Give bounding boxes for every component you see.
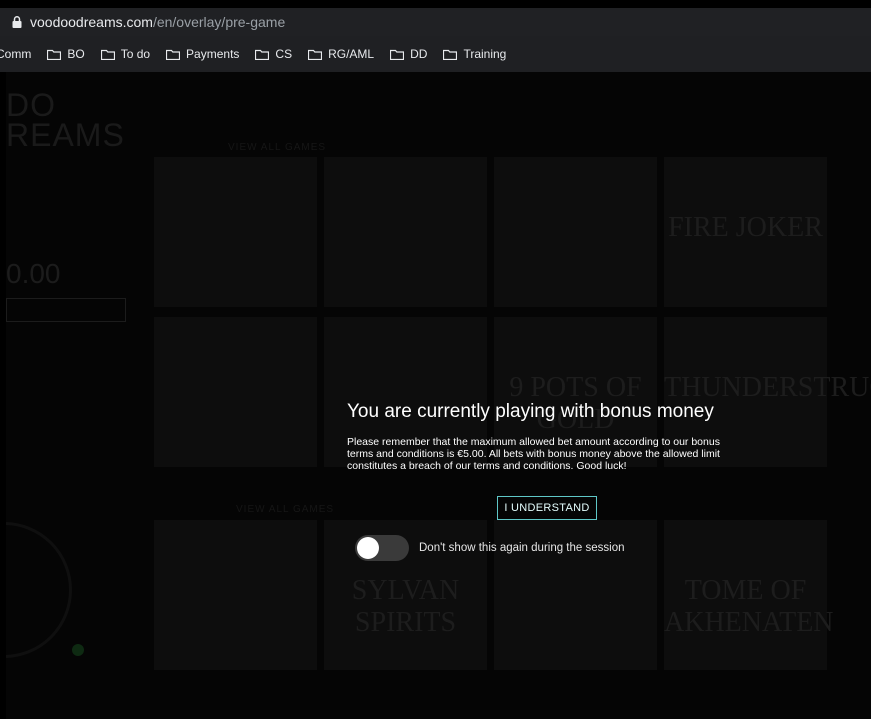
page-content: DO REAMS 0.00 VIEW ALL GAMES VIEW ALL GA… — [6, 72, 871, 719]
game-title: SYLVAN SPIRITS — [351, 575, 460, 638]
decorative-dot — [72, 644, 84, 656]
bookmark-label: CS — [275, 47, 293, 61]
url-text[interactable]: voodoodreams.com/en/overlay/pre-game — [30, 14, 285, 30]
bookmark-cs[interactable]: CS — [255, 47, 292, 61]
logo-line: REAMS — [6, 117, 125, 153]
folder-icon — [443, 49, 458, 60]
game-tile[interactable]: TOME OF AKHENATEN — [664, 520, 834, 670]
bookmark-todo[interactable]: To do — [100, 47, 151, 61]
bookmark-label: To do — [120, 47, 151, 61]
bookmark-comm[interactable]: Comm — [0, 47, 31, 61]
game-tile[interactable] — [494, 157, 657, 307]
dialog-body: Please remember that the maximum allowed… — [347, 436, 720, 472]
game-tile[interactable] — [154, 317, 317, 467]
url-path: /en/overlay/pre-game — [152, 14, 286, 30]
site-logo: DO REAMS — [6, 87, 125, 153]
bookmarks-bar: Comm BO To do Payments CS RG/AML DD Trai… — [0, 36, 871, 72]
bookmark-label: Comm — [0, 47, 32, 61]
decorative-ring — [6, 522, 72, 658]
view-all-games-link[interactable]: VIEW ALL GAMES — [228, 142, 326, 153]
bookmark-training[interactable]: Training — [443, 47, 506, 61]
i-understand-button[interactable]: I UNDERSTAND — [497, 496, 597, 520]
bookmark-dd[interactable]: DD — [390, 47, 427, 61]
bookmark-label: RG/AML — [328, 47, 375, 61]
bonus-money-dialog: You are currently playing with bonus mon… — [347, 400, 767, 561]
folder-icon — [166, 49, 181, 60]
toggle-label: Don't show this again during the session — [419, 542, 625, 554]
folder-icon — [100, 49, 115, 60]
bookmark-label: BO — [67, 47, 85, 61]
folder-icon — [390, 49, 405, 60]
folder-icon — [255, 49, 270, 60]
bookmark-label: DD — [410, 47, 428, 61]
bookmark-label: Payments — [186, 47, 240, 61]
bookmark-label: Training — [463, 47, 507, 61]
lock-icon — [12, 16, 22, 28]
balance-amount: 0.00 — [6, 258, 61, 289]
dont-show-again-toggle[interactable] — [355, 535, 409, 561]
game-tile[interactable] — [324, 157, 487, 307]
deposit-button[interactable] — [6, 298, 126, 322]
toggle-knob — [357, 537, 379, 559]
bookmark-bo[interactable]: BO — [47, 47, 85, 61]
folder-icon — [47, 49, 62, 60]
folder-icon — [308, 49, 323, 60]
view-all-games-link[interactable]: VIEW ALL GAMES — [236, 504, 334, 515]
dialog-title: You are currently playing with bonus mon… — [347, 401, 714, 422]
game-tile[interactable] — [154, 520, 317, 670]
game-title: FIRE JOKER — [668, 212, 823, 243]
dont-show-again-row: Don't show this again during the session — [355, 535, 624, 561]
game-title: TOME OF AKHENATEN — [664, 575, 834, 638]
url-host: voodoodreams.com — [30, 14, 153, 30]
game-tile[interactable]: FIRE JOKER — [664, 157, 827, 307]
address-bar[interactable]: voodoodreams.com/en/overlay/pre-game — [0, 8, 871, 36]
bookmark-rg-aml[interactable]: RG/AML — [308, 47, 374, 61]
logo-line: DO — [6, 87, 56, 123]
bookmark-payments[interactable]: Payments — [166, 47, 239, 61]
game-tile[interactable] — [154, 157, 317, 307]
